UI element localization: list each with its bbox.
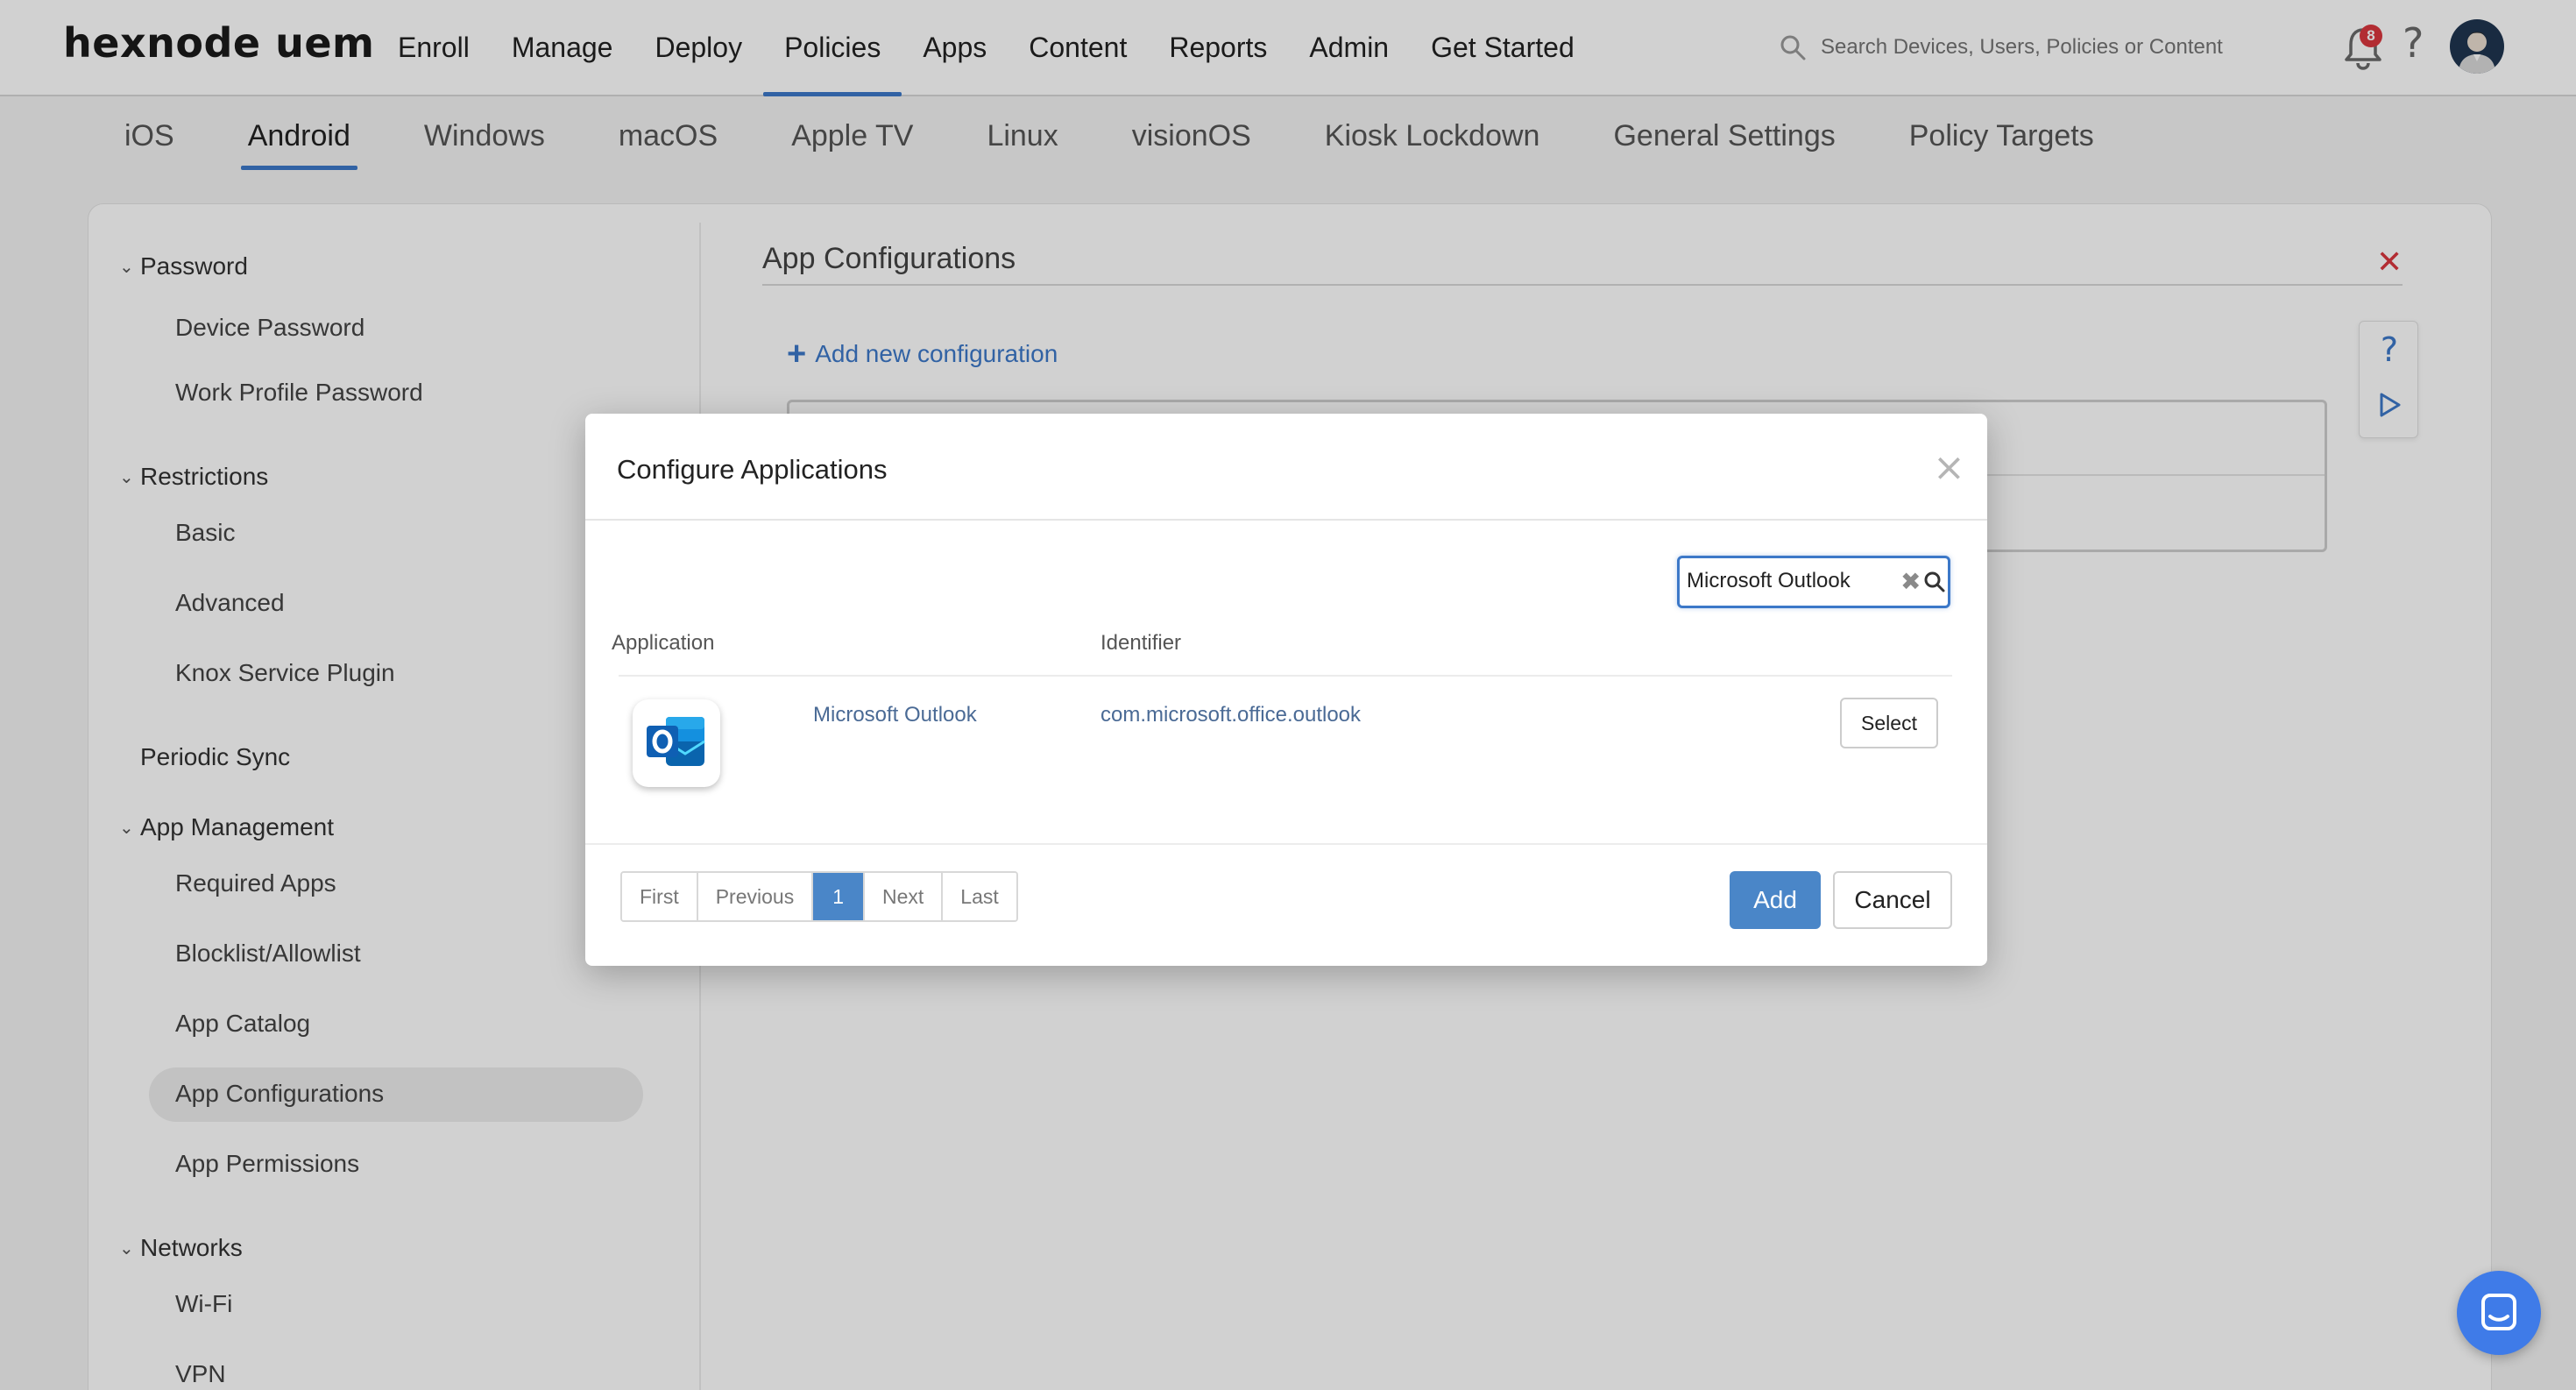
select-app-button[interactable]: Select (1840, 698, 1938, 748)
page-previous-button[interactable]: Previous (697, 873, 814, 920)
search-icon[interactable] (1923, 571, 1946, 593)
outlook-app-icon (633, 699, 720, 787)
app-search-input[interactable] (1687, 569, 1890, 593)
column-header-application: Application (612, 631, 715, 655)
table-header-divider (619, 675, 1952, 677)
application-name: Microsoft Outlook (813, 703, 977, 727)
close-icon[interactable]: × (1933, 445, 1965, 490)
modal-title: Configure Applications (617, 454, 888, 485)
pagination: First Previous 1 Next Last (620, 871, 1018, 922)
page-next-button[interactable]: Next (865, 873, 944, 920)
cancel-button[interactable]: Cancel (1833, 871, 1952, 929)
page-first-button[interactable]: First (622, 873, 698, 920)
configure-applications-modal: Configure Applications × ✖ Application I… (585, 414, 1987, 966)
application-identifier: com.microsoft.office.outlook (1100, 703, 1362, 727)
chat-icon (2481, 1294, 2516, 1330)
column-header-identifier: Identifier (1100, 631, 1182, 655)
chat-launcher-button[interactable] (2457, 1271, 2541, 1355)
add-button[interactable]: Add (1730, 871, 1821, 929)
modal-header-divider (585, 519, 1987, 521)
clear-icon[interactable]: ✖ (1900, 567, 1921, 596)
page-1-button[interactable]: 1 (813, 873, 865, 920)
app-search-field: ✖ (1677, 556, 1950, 608)
page-last-button[interactable]: Last (943, 873, 1016, 920)
modal-footer-divider (585, 843, 1987, 845)
